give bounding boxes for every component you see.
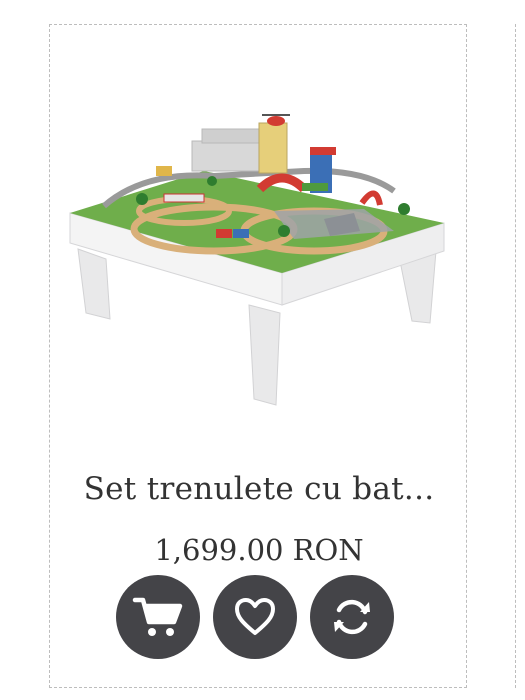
product-price: 1,699.00 RON [154, 533, 364, 567]
add-to-wishlist-button[interactable] [213, 575, 297, 659]
product-image[interactable] [64, 81, 454, 411]
product-actions [116, 575, 394, 659]
heart-icon [235, 598, 275, 635]
next-product-card [515, 24, 525, 688]
product-title[interactable]: Set trenulete cu bat... [50, 471, 468, 507]
add-to-cart-button[interactable] [116, 575, 200, 659]
compare-button[interactable] [310, 575, 394, 659]
refresh-icon [334, 599, 370, 635]
product-card: Set trenulete cu bat... 1,699.00 RON [49, 24, 467, 688]
product-listing-page: Set trenulete cu bat... 1,699.00 RON [0, 0, 525, 700]
train-table-photo [69, 114, 445, 406]
cart-icon [132, 597, 183, 636]
